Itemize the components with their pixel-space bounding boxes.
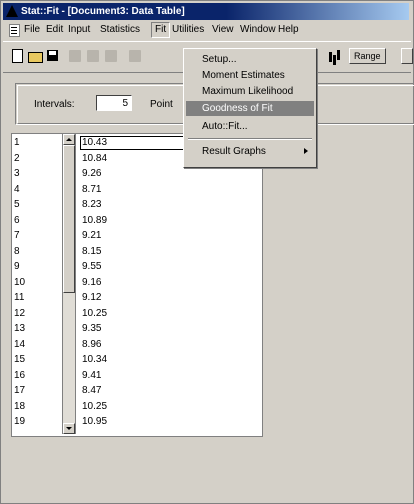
document-icon[interactable]: [9, 24, 20, 37]
data-cell[interactable]: 9.55: [82, 260, 252, 273]
menu-item-goodness-of-fit[interactable]: Goodness of Fit: [186, 101, 314, 116]
menu-file[interactable]: File: [21, 23, 43, 37]
toolbar-extra-button[interactable]: [401, 48, 413, 64]
row-number: 13: [14, 323, 26, 334]
submenu-arrow-icon: [304, 148, 308, 154]
data-cell[interactable]: 9.35: [82, 322, 252, 335]
save-disk-icon[interactable]: [45, 48, 61, 64]
menu-window[interactable]: Window: [237, 23, 279, 37]
paste-icon[interactable]: [105, 50, 117, 62]
data-cell[interactable]: 10.25: [82, 400, 252, 413]
title-bar[interactable]: Stat::Fit - [Document3: Data Table]: [3, 3, 409, 20]
menu-edit[interactable]: Edit: [43, 23, 66, 37]
row-number: 10: [14, 276, 26, 288]
menu-item-moment-estimates[interactable]: Moment Estimates: [186, 68, 314, 83]
row-number: 17: [14, 385, 26, 396]
menu-utilities[interactable]: Utilities: [169, 23, 207, 37]
intervals-label: Intervals:: [34, 99, 75, 110]
fit-menu-dropdown: Setup... Moment Estimates Maximum Likeli…: [183, 48, 317, 168]
data-cell[interactable]: 10.25: [82, 307, 252, 320]
new-file-icon[interactable]: [9, 48, 25, 64]
menu-statistics[interactable]: Statistics: [97, 23, 143, 37]
copy-icon[interactable]: [87, 50, 99, 62]
row-number: 11: [14, 292, 25, 303]
data-cell[interactable]: 8.96: [82, 338, 252, 351]
row-number: 3: [14, 168, 20, 179]
menu-item-maximum-likelihood[interactable]: Maximum Likelihood: [186, 84, 314, 99]
points-label: Point: [150, 99, 173, 110]
result-graphs-label: Result Graphs: [202, 146, 266, 157]
open-folder-icon[interactable]: [27, 48, 43, 64]
print-icon[interactable]: [129, 50, 141, 62]
row-number: 4: [14, 183, 20, 195]
values-column: 10.43 10.84 9.26 8.71 8.23 10.89 9.21 8.15 9.55 9…: [78, 134, 260, 434]
data-cell[interactable]: 9.16: [82, 276, 252, 289]
data-cell[interactable]: 9.21: [82, 229, 252, 242]
menu-fit[interactable]: Fit: [151, 22, 171, 38]
row-number: 2: [14, 152, 20, 164]
menu-bar: File Edit Input Statistics Fit Utilities…: [3, 21, 411, 39]
intervals-input[interactable]: 5: [96, 95, 132, 111]
row-number: 12: [14, 307, 26, 319]
bar-chart-icon[interactable]: [327, 48, 343, 64]
data-table: 1 2 3 4 5 6 7 8 9 10 11 12 13 14 15 16 17 18 19 10.43 10.84…: [11, 133, 263, 437]
row-number: 9: [14, 261, 20, 272]
menu-item-setup[interactable]: Setup...: [186, 52, 314, 67]
data-cell[interactable]: 9.41: [82, 369, 252, 382]
data-cell[interactable]: 10.89: [82, 214, 252, 227]
menu-separator: [188, 138, 312, 140]
vertical-scrollbar[interactable]: [62, 134, 76, 434]
data-cell[interactable]: 8.47: [82, 384, 252, 397]
data-cell[interactable]: 9.12: [82, 291, 252, 304]
range-button[interactable]: Range: [349, 48, 386, 64]
row-number: 7: [14, 230, 20, 241]
data-cell[interactable]: 8.23: [82, 198, 252, 211]
row-number: 19: [14, 416, 26, 427]
menu-help[interactable]: Help: [275, 23, 302, 37]
scroll-thumb[interactable]: [63, 145, 75, 293]
data-cell[interactable]: 10.34: [82, 353, 252, 366]
menu-view[interactable]: View: [209, 23, 237, 37]
data-cell[interactable]: 10.95: [82, 415, 252, 428]
window-title: Stat::Fit - [Document3: Data Table]: [21, 6, 185, 17]
row-number: 14: [14, 338, 26, 350]
data-cell[interactable]: 8.15: [82, 245, 252, 258]
scroll-down-icon[interactable]: [63, 423, 75, 434]
row-number: 6: [14, 214, 20, 226]
row-number: 8: [14, 245, 20, 257]
app-window: Stat::Fit - [Document3: Data Table] File…: [0, 0, 414, 504]
row-number: 18: [14, 400, 26, 412]
app-icon: [6, 5, 18, 17]
cut-icon[interactable]: [69, 50, 81, 62]
row-numbers: 1 2 3 4 5 6 7 8 9 10 11 12 13 14 15 16 17 18 19: [12, 134, 62, 434]
menu-item-result-graphs[interactable]: Result Graphs: [186, 144, 314, 159]
menu-input[interactable]: Input: [65, 23, 93, 37]
scroll-up-icon[interactable]: [63, 134, 75, 145]
data-cell[interactable]: 9.26: [82, 167, 252, 180]
row-number: 5: [14, 199, 20, 210]
row-number: 15: [14, 354, 26, 365]
row-number: 16: [14, 369, 26, 381]
menu-item-auto-fit[interactable]: Auto::Fit...: [186, 119, 314, 134]
row-number: 1: [14, 137, 20, 148]
data-cell[interactable]: 8.71: [82, 183, 252, 196]
